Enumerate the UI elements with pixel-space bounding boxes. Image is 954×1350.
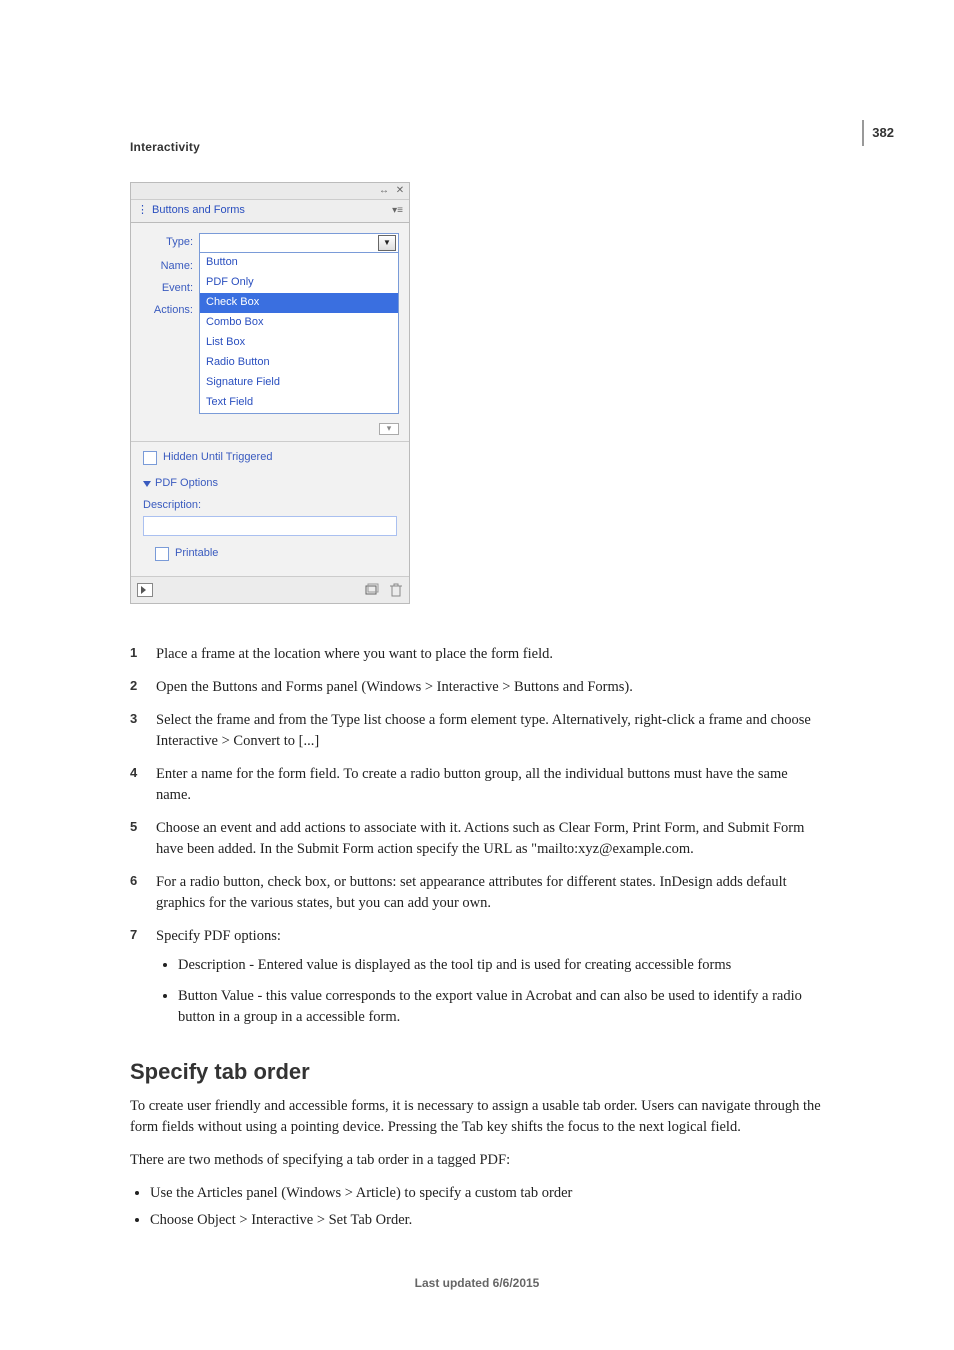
page-number-box: 382: [862, 120, 894, 146]
step-4: Enter a name for the form field. To crea…: [130, 764, 824, 806]
chevron-down-icon[interactable]: ▼: [378, 235, 396, 251]
tab-order-paragraph-1: To create user friendly and accessible f…: [130, 1096, 824, 1138]
printable-checkbox[interactable]: [155, 547, 169, 561]
heading-specify-tab-order: Specify tab order: [130, 1056, 824, 1088]
dropdown-item-textfield[interactable]: Text Field: [200, 393, 398, 413]
sub-description: Description - Entered value is displayed…: [178, 955, 824, 976]
convert-icon[interactable]: [365, 583, 379, 597]
pdf-options-label: PDF Options: [155, 476, 218, 492]
tab-grip-icon: ⋮: [137, 203, 148, 219]
divider: [131, 441, 409, 442]
event-label: Event:: [141, 281, 199, 297]
dropdown-item-button[interactable]: Button: [200, 253, 398, 273]
running-header: Interactivity: [130, 140, 824, 154]
small-dropdown-icon[interactable]: ▾: [379, 423, 399, 435]
step-1: Place a frame at the location where you …: [130, 644, 824, 665]
panel-titlebar: ↔ ✕: [131, 183, 409, 200]
hidden-label: Hidden Until Triggered: [163, 450, 272, 466]
pdf-options-header[interactable]: PDF Options: [143, 476, 399, 492]
tab-method-articles: Use the Articles panel (Windows > Articl…: [150, 1183, 824, 1204]
type-row: Type: ▼ Button PDF Only Check Box Combo …: [141, 233, 399, 253]
step-3: Select the frame and from the Type list …: [130, 710, 824, 752]
panel-tab[interactable]: ⋮ Buttons and Forms: [137, 203, 245, 219]
document-page: 382 Interactivity ↔ ✕ ⋮ Buttons and Form…: [0, 0, 954, 1350]
dropdown-item-radiobutton[interactable]: Radio Button: [200, 353, 398, 373]
type-dropdown-field[interactable]: ▼: [199, 233, 399, 253]
footer-right: [365, 583, 403, 597]
page-number: 382: [872, 125, 894, 140]
step-5: Choose an event and add actions to assoc…: [130, 818, 824, 860]
hidden-until-triggered-row[interactable]: Hidden Until Triggered: [143, 450, 399, 466]
name-label: Name:: [141, 259, 199, 275]
collapse-icon[interactable]: ↔: [379, 186, 389, 196]
panel-tab-row: ⋮ Buttons and Forms ▾≡: [131, 200, 409, 223]
printable-label: Printable: [175, 546, 218, 562]
buttons-forms-panel: ↔ ✕ ⋮ Buttons and Forms ▾≡ Type:: [130, 182, 410, 604]
description-label: Description:: [143, 498, 399, 514]
dropdown-item-combobox[interactable]: Combo Box: [200, 313, 398, 333]
panel-body: Type: ▼ Button PDF Only Check Box Combo …: [131, 223, 409, 576]
main-content: ↔ ✕ ⋮ Buttons and Forms ▾≡ Type:: [130, 182, 824, 1231]
step-6: For a radio button, check box, or button…: [130, 872, 824, 914]
description-input[interactable]: [143, 516, 397, 536]
printable-row[interactable]: Printable: [155, 546, 399, 562]
dropdown-item-signature[interactable]: Signature Field: [200, 373, 398, 393]
step-7: Specify PDF options: Description - Enter…: [130, 926, 824, 1028]
type-dropdown[interactable]: ▼ Button PDF Only Check Box Combo Box Li…: [199, 233, 399, 253]
instruction-steps: Place a frame at the location where you …: [130, 644, 824, 1028]
step-2: Open the Buttons and Forms panel (Window…: [130, 677, 824, 698]
panel-footer: [131, 576, 409, 603]
dropdown-item-checkbox[interactable]: Check Box: [200, 293, 398, 313]
triangle-down-icon: [143, 481, 151, 487]
panel-menu-icon[interactable]: ▾≡: [392, 204, 403, 219]
panel-tab-label: Buttons and Forms: [152, 203, 245, 219]
tab-order-paragraph-2: There are two methods of specifying a ta…: [130, 1150, 824, 1171]
hidden-checkbox[interactable]: [143, 451, 157, 465]
pdf-options-sublist: Description - Entered value is displayed…: [178, 955, 824, 1028]
type-label: Type:: [141, 235, 199, 251]
dropdown-section-head: PDF Only: [200, 273, 398, 293]
sub-button-value: Button Value - this value corresponds to…: [178, 986, 824, 1028]
panel-figure: ↔ ✕ ⋮ Buttons and Forms ▾≡ Type:: [130, 182, 824, 604]
close-icon[interactable]: ✕: [395, 186, 405, 196]
preview-icon[interactable]: [137, 583, 153, 597]
actions-label: Actions:: [141, 303, 199, 319]
type-dropdown-list: Button PDF Only Check Box Combo Box List…: [199, 252, 399, 414]
dropdown-item-listbox[interactable]: List Box: [200, 333, 398, 353]
tab-order-methods: Use the Articles panel (Windows > Articl…: [150, 1183, 824, 1231]
trash-icon[interactable]: [389, 583, 403, 597]
last-updated-footer: Last updated 6/6/2015: [0, 1276, 954, 1290]
tab-method-set-tab-order: Choose Object > Interactive > Set Tab Or…: [150, 1210, 824, 1231]
step-7-text: Specify PDF options:: [156, 928, 281, 944]
